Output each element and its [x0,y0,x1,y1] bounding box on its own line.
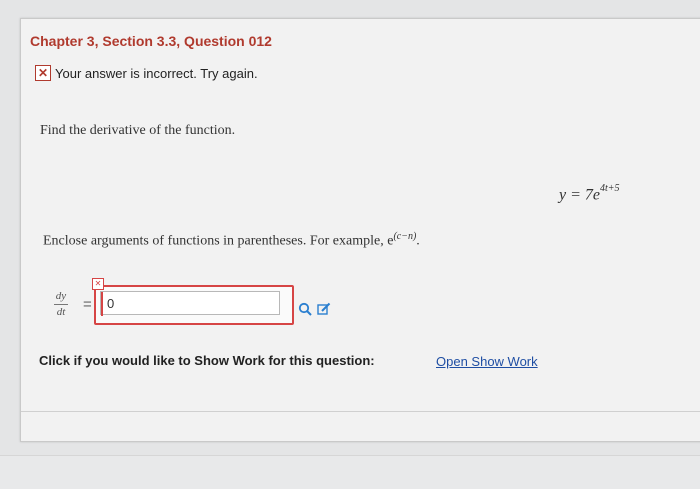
show-work-prompt: Click if you would like to Show Work for… [39,353,375,368]
question-instruction: Find the derivative of the function. [40,123,236,138]
parentheses-note: Enclose arguments of functions in parent… [43,231,420,250]
answer-field-frame: ✕ [92,278,294,325]
parentheses-note-end: . [416,233,420,249]
derivative-denominator: dt [56,306,66,318]
example-exponent: (c−n) [393,231,417,242]
function-equation: y = 7e4t+5 [559,183,620,204]
derivative-numerator: dy [55,290,67,302]
x-mark-icon: ✕ [35,65,51,81]
open-show-work-link[interactable]: Open Show Work [436,354,538,369]
parentheses-note-text: Enclose arguments of functions in parent… [43,233,394,249]
answer-input[interactable] [100,291,280,315]
edit-icon[interactable] [317,302,331,316]
equals-sign: = [83,296,92,313]
search-icon[interactable] [298,302,312,316]
question-panel: Chapter 3, Section 3.3, Question 012 ✕ Y… [20,18,700,442]
equation-base: y = 7e [559,186,600,204]
bottom-panel [0,455,700,489]
feedback-message: Your answer is incorrect. Try again. [55,66,258,81]
fraction-bar [54,304,68,305]
error-indicator [101,292,103,316]
equation-exponent: 4t+5 [600,183,620,194]
derivative-label: dy dt [54,291,68,318]
error-flag-icon: ✕ [92,278,104,290]
question-title: Chapter 3, Section 3.3, Question 012 [30,33,272,49]
panel-divider [21,411,700,412]
